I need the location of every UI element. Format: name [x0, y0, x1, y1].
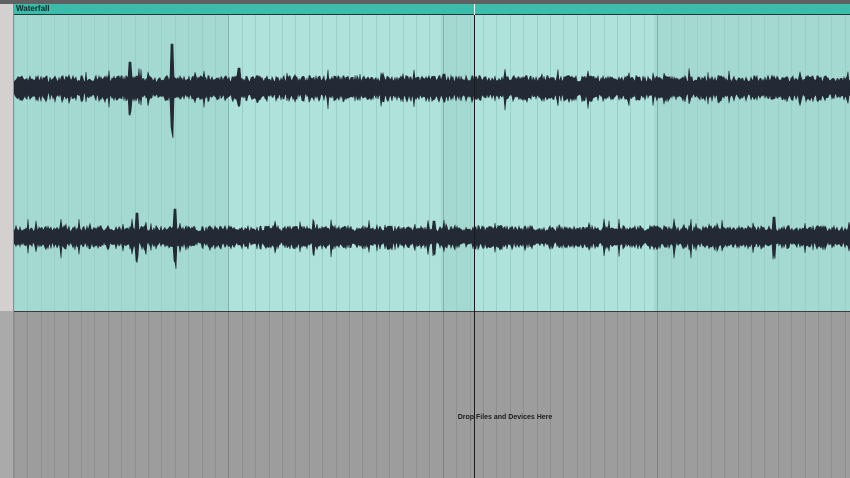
lane-beat-line — [161, 312, 162, 478]
lane-beat-line — [403, 312, 404, 478]
lane-beat-line — [135, 312, 136, 478]
lane-beat-line — [831, 312, 832, 478]
lane-beat-line — [41, 312, 42, 478]
lane-beat-line — [590, 312, 591, 478]
lane-beat-line — [362, 312, 363, 478]
lane-beat-line — [188, 312, 189, 478]
lane-beat-line — [523, 312, 524, 478]
lane-beat-line — [550, 312, 551, 478]
lane-beat-line — [282, 312, 283, 478]
lane-beat-line — [751, 312, 752, 478]
lane-beat-line — [470, 312, 471, 478]
lane-beat-line — [738, 312, 739, 478]
lane-beat-line — [242, 312, 243, 478]
lane-beat-line — [510, 312, 511, 478]
track-header-gutter[interactable] — [0, 4, 14, 478]
lane-beat-line — [537, 312, 538, 478]
lane-beat-line — [630, 312, 631, 478]
lane-beat-line — [228, 312, 229, 478]
lane-beat-line — [108, 312, 109, 478]
lane-beat-line — [577, 312, 578, 478]
lane-beat-line — [456, 312, 457, 478]
lane-beat-line — [269, 312, 270, 478]
lane-beat-line — [175, 312, 176, 478]
lane-beat-line — [322, 312, 323, 478]
lane-beat-line — [416, 312, 417, 478]
lane-beat-line — [27, 312, 28, 478]
lane-beat-line — [148, 312, 149, 478]
lane-beat-line — [81, 312, 82, 478]
lane-beat-line — [54, 312, 55, 478]
lane-beat-line — [496, 312, 497, 478]
lane-beat-line — [429, 312, 430, 478]
lane-beat-line — [791, 312, 792, 478]
lane-beat-line — [764, 312, 765, 478]
waveform-channel-left — [14, 43, 850, 139]
lane-beat-line — [563, 312, 564, 478]
lane-beat-line — [711, 312, 712, 478]
drop-lane-gutter — [0, 311, 13, 478]
lane-beat-line — [778, 312, 779, 478]
lane-beat-line — [309, 312, 310, 478]
drop-zone[interactable] — [14, 312, 850, 478]
clip-title-bar[interactable]: Waterfall — [14, 4, 850, 15]
lane-beat-line — [724, 312, 725, 478]
lane-beat-line — [202, 312, 203, 478]
lane-beat-line — [697, 312, 698, 478]
waveform-display — [14, 43, 850, 269]
lane-beat-line — [617, 312, 618, 478]
clip-name: Waterfall — [16, 4, 50, 13]
lane-beat-line — [657, 312, 658, 478]
lane-beat-line — [684, 312, 685, 478]
lane-beat-line — [805, 312, 806, 478]
lane-beat-line — [376, 312, 377, 478]
lane-beat-line — [389, 312, 390, 478]
lane-beat-line — [121, 312, 122, 478]
lane-beat-line — [14, 312, 15, 478]
lane-beat-line — [215, 312, 216, 478]
waveform-channel-right — [14, 208, 850, 269]
lane-beat-line — [336, 312, 337, 478]
lane-beat-line — [818, 312, 819, 478]
lane-beat-line — [68, 312, 69, 478]
lane-beat-line — [349, 312, 350, 478]
lane-beat-line — [295, 312, 296, 478]
lane-beat-line — [255, 312, 256, 478]
audio-clip[interactable] — [14, 15, 850, 311]
drop-zone-label: Drop Files and Devices Here — [457, 414, 553, 421]
lane-beat-line — [671, 312, 672, 478]
lane-beat-line — [443, 312, 444, 478]
lane-beat-line — [604, 312, 605, 478]
lane-beat-line — [483, 312, 484, 478]
lane-beat-line — [845, 312, 846, 478]
lane-beat-line — [644, 312, 645, 478]
playhead-cursor[interactable] — [474, 4, 475, 478]
lane-beat-line — [94, 312, 95, 478]
playhead-marker — [474, 4, 475, 15]
